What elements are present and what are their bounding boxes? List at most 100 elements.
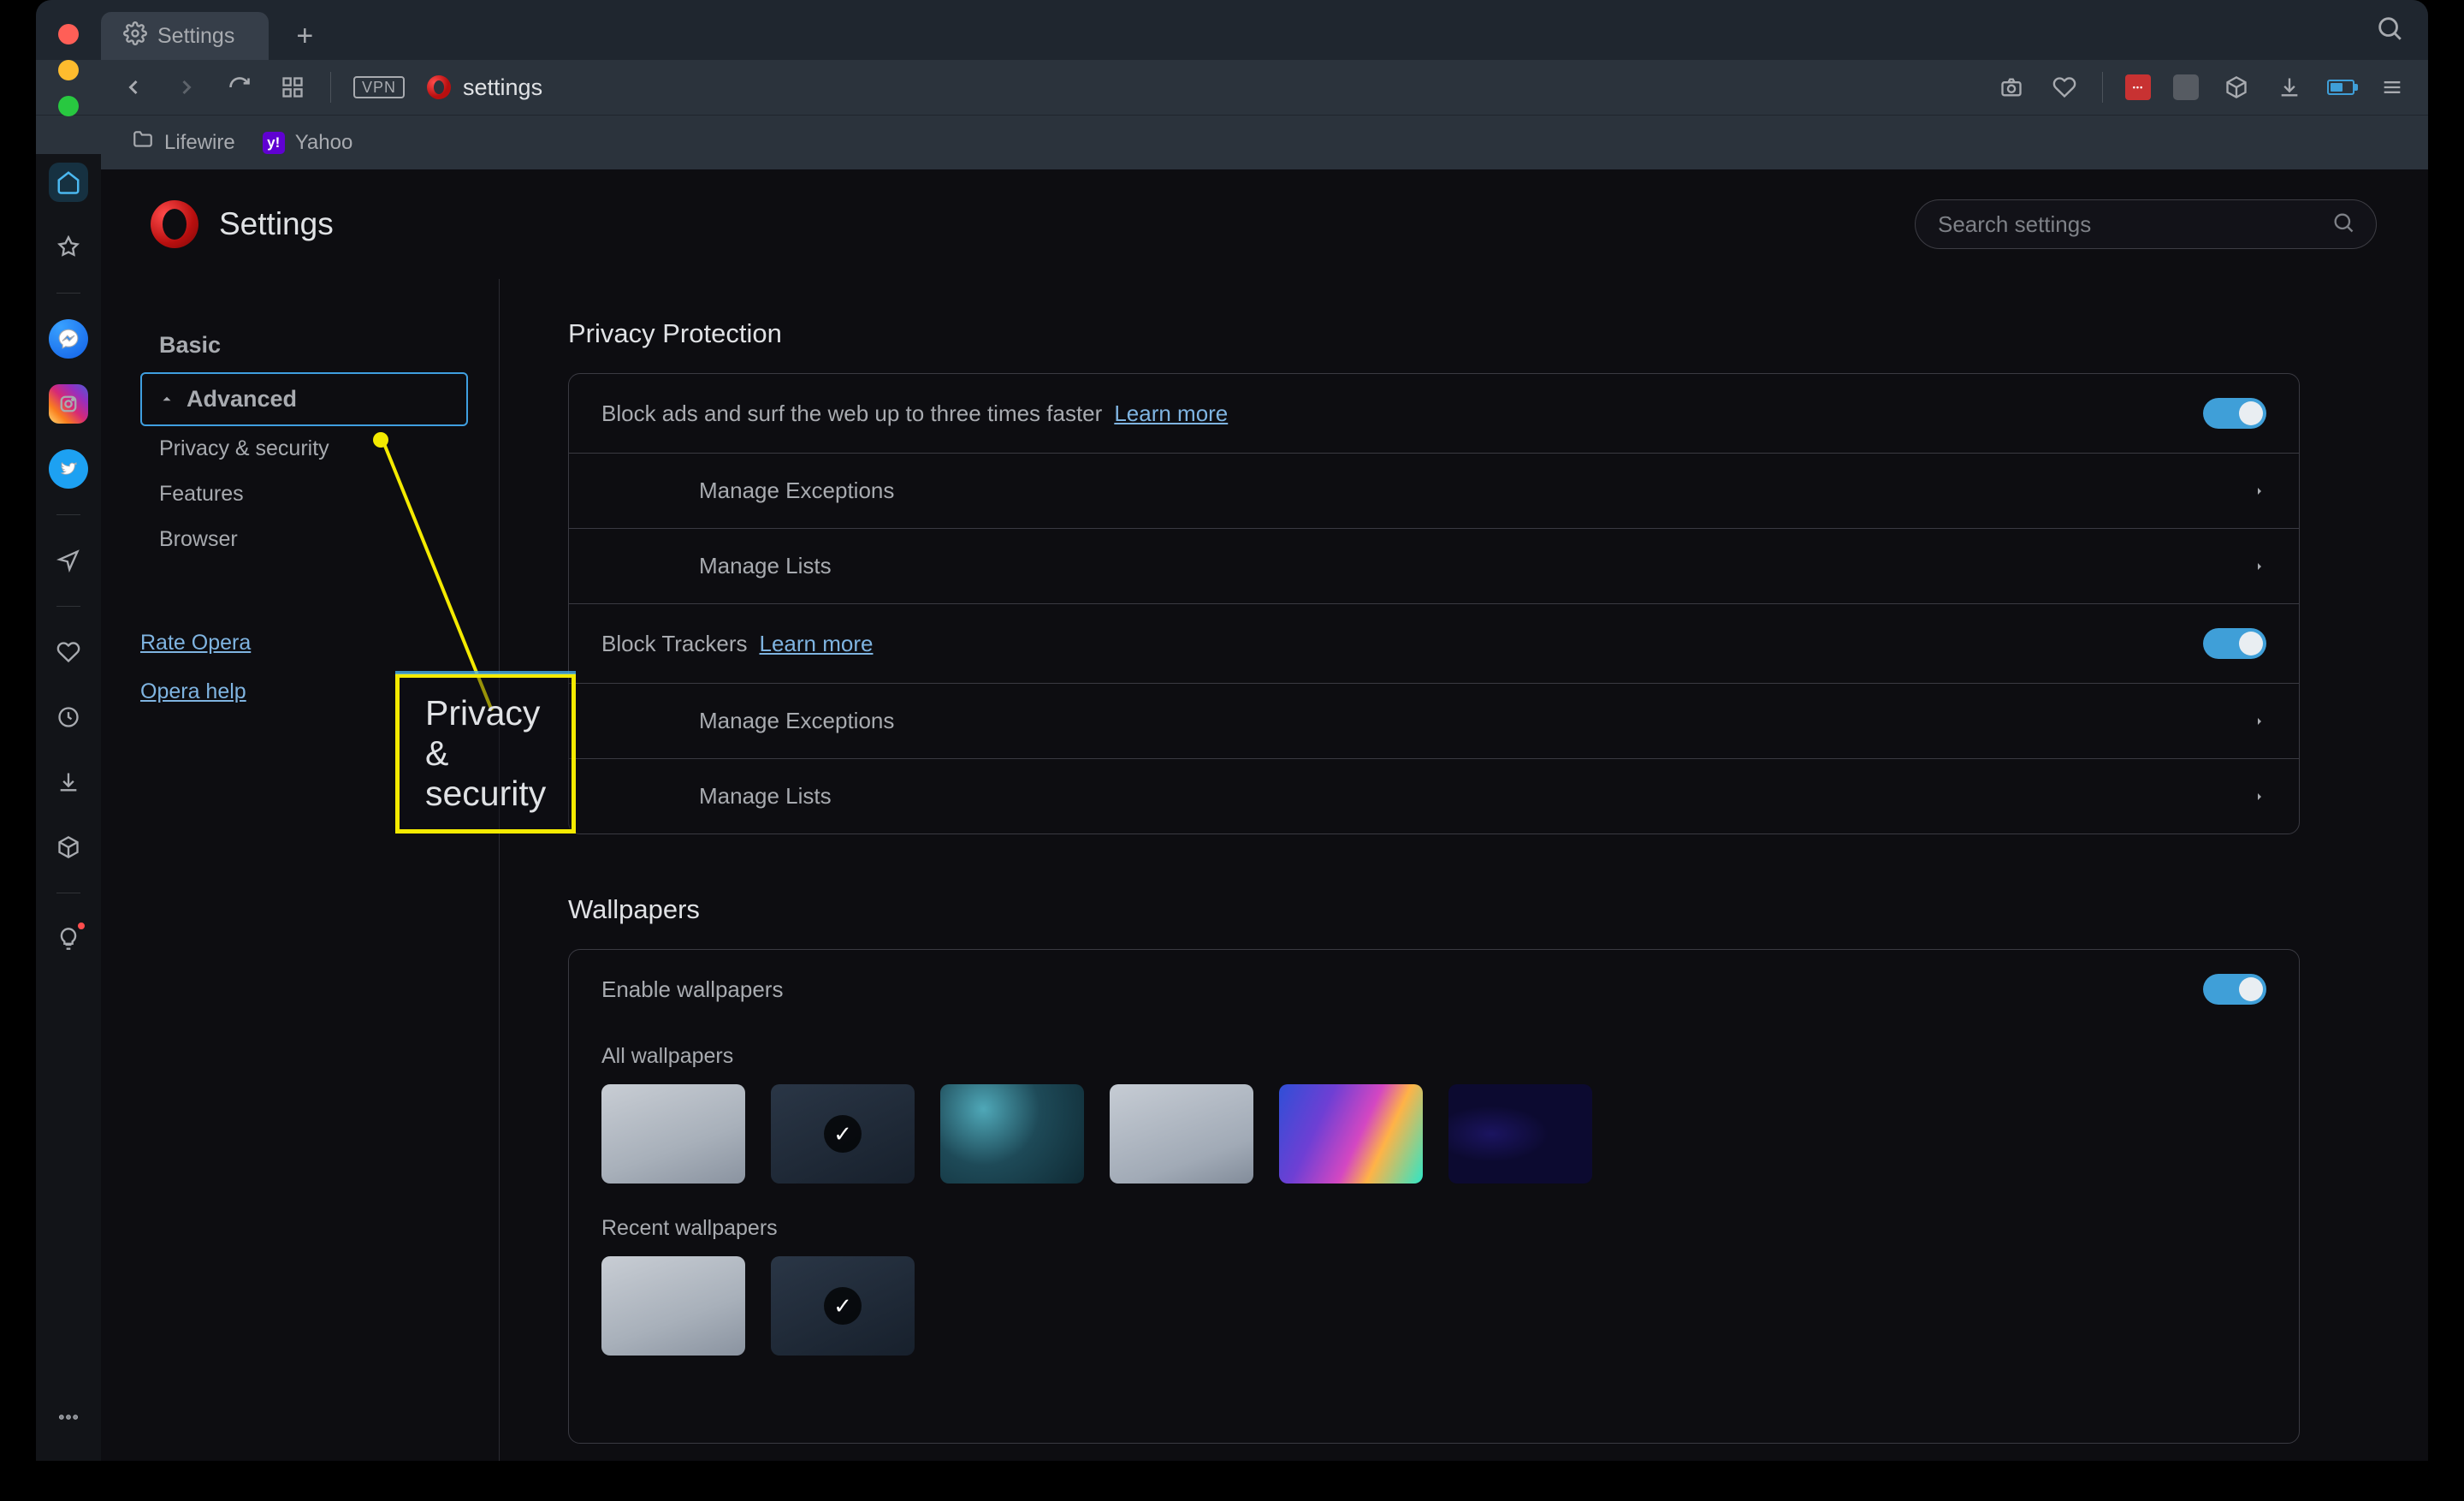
row-label: Manage Exceptions <box>699 478 894 504</box>
opera-logo-icon <box>151 200 198 248</box>
wallpaper-thumb[interactable] <box>940 1084 1084 1184</box>
extension-icon[interactable] <box>2173 74 2199 100</box>
toggle-block-ads[interactable] <box>2203 398 2266 429</box>
address-text: settings <box>463 74 542 101</box>
snapshot-icon[interactable] <box>1996 72 2027 103</box>
check-icon: ✓ <box>771 1256 915 1356</box>
separator <box>56 606 80 607</box>
nav-basic[interactable]: Basic <box>140 318 468 372</box>
row-enable-wallpapers: Enable wallpapers <box>569 950 2299 1029</box>
wallpaper-more-row <box>601 1388 745 1419</box>
wallpaper-thumb[interactable] <box>601 1084 745 1184</box>
wallpaper-group-label: All wallpapers <box>601 1044 733 1069</box>
reload-button[interactable] <box>224 72 255 103</box>
gear-icon <box>123 21 147 51</box>
wallpaper-thumb-selected[interactable]: ✓ <box>771 1084 915 1184</box>
minimize-window-button[interactable] <box>58 60 79 80</box>
window-controls <box>58 24 79 116</box>
separator <box>2102 72 2103 103</box>
battery-icon[interactable] <box>2327 80 2354 95</box>
page-body: Basic Advanced Privacy & security Featur… <box>101 279 2428 1461</box>
row-manage-lists-trackers[interactable]: Manage Lists <box>569 758 2299 834</box>
sidebar-messenger-icon[interactable] <box>49 319 88 359</box>
wallpaper-thumb-selected[interactable]: ✓ <box>771 1256 915 1356</box>
settings-nav: Basic Advanced Privacy & security Featur… <box>101 279 500 1461</box>
toolbar: VPN settings ••• <box>36 60 2428 115</box>
sidebar-home-icon[interactable] <box>49 163 88 202</box>
bookmark-lifewire[interactable]: Lifewire <box>132 128 235 157</box>
back-button[interactable] <box>118 72 149 103</box>
wallpaper-thumb[interactable] <box>1110 1084 1253 1184</box>
folder-icon <box>132 128 154 157</box>
settings-search[interactable] <box>1915 199 2377 249</box>
vpn-badge[interactable]: VPN <box>353 76 405 98</box>
sidebar-send-icon[interactable] <box>49 541 88 580</box>
nav-browser[interactable]: Browser <box>140 517 468 562</box>
row-manage-lists-ads[interactable]: Manage Lists <box>569 528 2299 603</box>
link-rate-opera[interactable]: Rate Opera <box>140 631 468 656</box>
tab-label: Settings <box>157 24 234 49</box>
page-title: Settings <box>219 206 334 242</box>
row-label: Block Trackers <box>601 631 748 657</box>
yahoo-icon: y! <box>263 132 285 154</box>
separator <box>56 514 80 515</box>
bookmark-label: Yahoo <box>295 131 353 155</box>
easy-setup-icon[interactable] <box>2377 72 2408 103</box>
sidebar-history-icon[interactable] <box>49 697 88 737</box>
chevron-right-icon <box>2253 553 2266 579</box>
bookmark-label: Lifewire <box>164 131 235 155</box>
row-block-trackers: Block Trackers Learn more <box>569 603 2299 683</box>
section-title-privacy: Privacy Protection <box>568 318 2300 349</box>
settings-search-input[interactable] <box>1936 211 2319 239</box>
notification-dot <box>76 921 86 931</box>
page-header: Settings <box>101 169 2428 279</box>
bookmark-yahoo[interactable]: y! Yahoo <box>263 131 353 155</box>
side-panel <box>36 154 101 1461</box>
caret-up-icon <box>159 386 175 412</box>
row-manage-exceptions-trackers[interactable]: Manage Exceptions <box>569 683 2299 758</box>
new-tab-button[interactable]: + <box>281 12 329 60</box>
wallpaper-thumb[interactable] <box>601 1256 745 1356</box>
heart-icon[interactable] <box>2049 72 2080 103</box>
sidebar-bookmarks-icon[interactable] <box>49 228 88 267</box>
download-icon[interactable] <box>2274 72 2305 103</box>
card-privacy-protection: Block ads and surf the web up to three t… <box>568 373 2300 834</box>
learn-more-link[interactable]: Learn more <box>760 631 874 657</box>
row-label: Enable wallpapers <box>601 976 783 1003</box>
address-bar[interactable]: settings <box>427 74 542 101</box>
row-manage-exceptions-ads[interactable]: Manage Exceptions <box>569 453 2299 528</box>
page-content: Settings Basic Advanced Privacy & securi… <box>101 169 2428 1461</box>
sidebar-more-icon[interactable] <box>49 1397 88 1437</box>
wallpaper-grid-all: ✓ <box>601 1084 1592 1184</box>
learn-more-link[interactable]: Learn more <box>1114 400 1228 427</box>
sidebar-instagram-icon[interactable] <box>49 384 88 424</box>
sidebar-extensions-icon[interactable] <box>49 828 88 867</box>
sidebar-heart-icon[interactable] <box>49 632 88 672</box>
toggle-block-trackers[interactable] <box>2203 628 2266 659</box>
cube-icon[interactable] <box>2221 72 2252 103</box>
toggle-enable-wallpapers[interactable] <box>2203 974 2266 1005</box>
wallpaper-thumb[interactable] <box>1279 1084 1423 1184</box>
nav-advanced[interactable]: Advanced <box>140 372 468 426</box>
sidebar-bulb-icon[interactable] <box>49 919 88 958</box>
close-window-button[interactable] <box>58 24 79 44</box>
tab-settings[interactable]: Settings <box>101 12 269 60</box>
nav-features[interactable]: Features <box>140 472 468 517</box>
row-label: Manage Lists <box>699 783 832 810</box>
extension-lastpass-icon[interactable]: ••• <box>2125 74 2151 100</box>
bookmarks-bar: Lifewire y! Yahoo <box>36 115 2428 169</box>
search-icon <box>2331 211 2355 239</box>
speed-dial-button[interactable] <box>277 72 308 103</box>
settings-main: Privacy Protection Block ads and surf th… <box>500 279 2428 1461</box>
chevron-right-icon <box>2253 708 2266 734</box>
tab-search-button[interactable] <box>2375 14 2404 47</box>
tab-strip: Settings + <box>36 0 2428 60</box>
row-block-ads: Block ads and surf the web up to three t… <box>569 374 2299 453</box>
nav-privacy-security[interactable]: Privacy & security <box>140 426 468 472</box>
wallpaper-thumb[interactable] <box>1448 1084 1592 1184</box>
forward-button[interactable] <box>171 72 202 103</box>
sidebar-twitter-icon[interactable] <box>49 449 88 489</box>
annotation-label: Privacy & security <box>425 693 546 813</box>
maximize-window-button[interactable] <box>58 96 79 116</box>
sidebar-downloads-icon[interactable] <box>49 762 88 802</box>
